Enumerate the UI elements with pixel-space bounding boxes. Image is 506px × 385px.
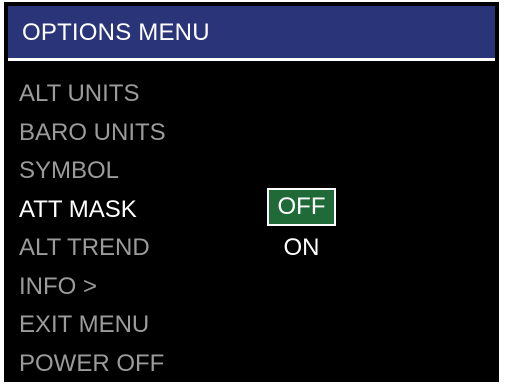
menu-item-alt-trend[interactable]: ALT TREND	[19, 229, 166, 268]
menu-item-symbol[interactable]: SYMBOL	[19, 152, 166, 191]
menu-item-info[interactable]: INFO >	[19, 268, 166, 307]
menu-item-exit-menu[interactable]: EXIT MENU	[19, 306, 166, 345]
menu-item-power-off[interactable]: POWER OFF	[19, 345, 166, 383]
page-title: OPTIONS MENU	[22, 19, 210, 46]
option-off-selected[interactable]: OFF	[267, 188, 336, 226]
menu-header: OPTIONS MENU	[8, 6, 495, 61]
options-menu-screen: OPTIONS MENU ALT UNITS BARO UNITS SYMBOL…	[4, 2, 499, 382]
menu-item-baro-units[interactable]: BARO UNITS	[19, 114, 166, 153]
option-on[interactable]: ON	[267, 229, 336, 267]
menu-item-att-mask[interactable]: ATT MASK	[19, 191, 166, 230]
menu-item-alt-units[interactable]: ALT UNITS	[19, 75, 166, 114]
options-menu-list: ALT UNITS BARO UNITS SYMBOL ATT MASK ALT…	[19, 75, 166, 382]
